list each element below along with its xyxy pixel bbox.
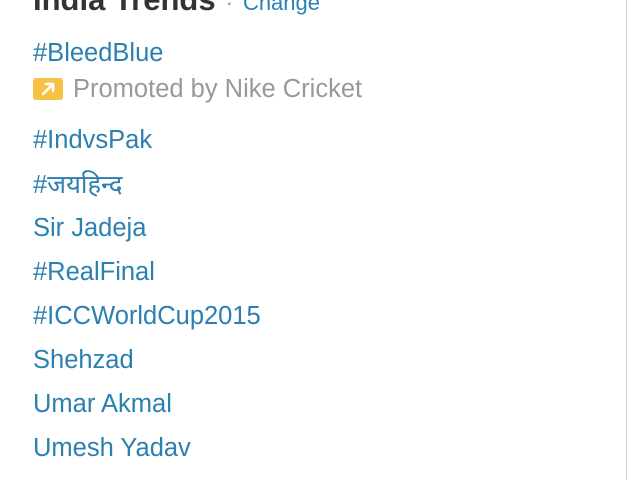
- trend-link[interactable]: Umar Akmal: [33, 390, 172, 419]
- trend-link[interactable]: #IndvsPak: [33, 126, 152, 155]
- trend-item[interactable]: #ICCWorldCup2015: [33, 294, 261, 338]
- trend-item[interactable]: Shehzad: [33, 338, 261, 382]
- trend-item[interactable]: Sir Jadeja: [33, 206, 261, 250]
- promoted-by-text: Promoted by Nike Cricket: [73, 74, 363, 103]
- trend-item-promoted[interactable]: #BleedBlue: [33, 31, 163, 75]
- trends-header: India Trends · Change: [33, 0, 320, 18]
- trend-item[interactable]: Umesh Yadav: [33, 426, 261, 470]
- trend-link[interactable]: #जयहिन्द: [33, 167, 122, 201]
- trend-item[interactable]: Umar Akmal: [33, 382, 261, 426]
- trends-list-organic: #IndvsPak #जयहिन्द Sir Jadeja #RealFinal…: [33, 118, 261, 470]
- trends-module: India Trends · Change #BleedBlue Promote…: [0, 0, 627, 480]
- trend-link[interactable]: #BleedBlue: [33, 39, 163, 68]
- trends-title: India Trends: [33, 0, 216, 18]
- promoted-arrow-icon: [33, 78, 63, 100]
- change-location-link[interactable]: Change: [243, 0, 320, 16]
- trend-link[interactable]: #RealFinal: [33, 258, 155, 287]
- trend-link[interactable]: Shehzad: [33, 346, 134, 375]
- trend-item[interactable]: #RealFinal: [33, 250, 261, 294]
- trend-link[interactable]: #ICCWorldCup2015: [33, 302, 261, 331]
- trend-link[interactable]: Umesh Yadav: [33, 434, 191, 463]
- promoted-label: Promoted by Nike Cricket: [33, 72, 362, 106]
- trend-item[interactable]: #जयहिन्द: [33, 162, 261, 206]
- header-separator: ·: [225, 0, 233, 15]
- trend-item[interactable]: #IndvsPak: [33, 118, 261, 162]
- trends-list: #BleedBlue: [33, 31, 163, 75]
- trend-link[interactable]: Sir Jadeja: [33, 214, 146, 243]
